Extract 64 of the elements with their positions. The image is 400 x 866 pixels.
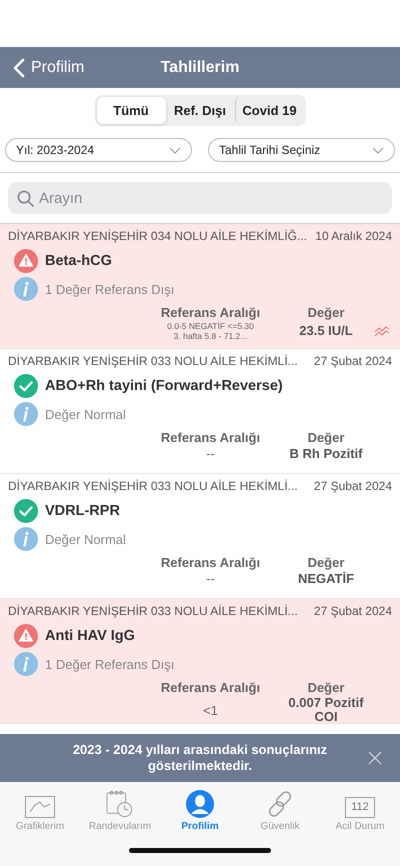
back-button[interactable]: Profilim [0, 58, 84, 78]
link-icon [266, 790, 294, 818]
result-value: NEGATİF [296, 572, 356, 586]
info-icon [14, 402, 38, 426]
banner-message: 2023 - 2024 yılları arasındaki sonuçlarınız gösterilmektedir. [72, 742, 328, 774]
reference-range: 0.0-5 NEGATİF <=5.30 3. hafta 5.8 - 71.2... [166, 321, 255, 341]
status-note: 1 Değer Referans Dışı [45, 282, 174, 296]
screen-title: Tahlillerim [160, 58, 240, 76]
test-name: Anti HAV IgG [45, 628, 135, 644]
segment-tab[interactable]: Ref. Dışı [166, 97, 234, 124]
search-icon [17, 190, 34, 207]
info-icon [14, 652, 38, 676]
result-card[interactable]: DİYARBAKIR YENİŞEHİR 033 NOLU AİLE HEKİMLİ... 27 Şubat 2024 Anti HAV IgG 1 Değer Referans Dışı Referans Aralığı Değer <1 0.007 Pozitif COI [0, 599, 400, 724]
check-icon [14, 374, 38, 398]
lab-name: DİYARBAKIR YENİŞEHİR 033 NOLU AİLE HEKİMLİ... [8, 479, 298, 495]
test-name: VDRL-RPR [45, 503, 120, 519]
status-note: 1 Değer Referans Dışı [45, 656, 174, 672]
column-header: Değer [306, 305, 346, 320]
trend-icon[interactable] [374, 325, 390, 337]
result-value: B Rh Pozitif [288, 446, 364, 460]
column-header: Değer [306, 430, 346, 445]
status-note: Değer Normal [45, 532, 126, 546]
info-icon [14, 277, 38, 301]
person-icon [186, 790, 214, 818]
tab-bar-item[interactable]: 112 Acil Durum [321, 797, 399, 832]
result-card[interactable]: DİYARBAKIR YENİŞEHİR 034 NOLU AİLE HEKİMLİĞ... 10 Aralık 2024 Beta-hCG 1 Değer Referans Dışı Referans Aralığı Değer 0.0-5 NEGATİF <=5.30 3. hafta 5.8 - 71.2... 23.5 IU/L [0, 224, 400, 349]
segment-tab[interactable]: Covid 19 [234, 97, 304, 124]
segment-tab[interactable]: Tümü [96, 97, 166, 124]
column-header: Referans Aralığı [160, 430, 262, 445]
info-icon [14, 527, 38, 551]
reference-range: -- [205, 571, 216, 586]
calendar-clock-icon [106, 790, 134, 818]
column-header: Referans Aralığı [160, 305, 262, 320]
lab-name: DİYARBAKIR YENİŞEHİR 033 NOLU AİLE HEKİMLİ... [8, 604, 298, 620]
result-date: 10 Aralık 2024 [315, 229, 392, 245]
search-field[interactable]: Arayın [8, 182, 392, 214]
result-date: 27 Şubat 2024 [314, 604, 392, 620]
lab-name: DİYARBAKIR YENİŞEHİR 034 NOLU AİLE HEKİMLİĞ... [8, 229, 307, 245]
status-note: Değer Normal [45, 406, 126, 422]
result-value: 23.5 IU/L [298, 324, 354, 338]
chevron-down-icon [169, 146, 181, 154]
test-name: Beta-hCG [45, 253, 112, 269]
line-chart-icon [25, 796, 55, 818]
column-header: Referans Aralığı [160, 555, 262, 570]
reference-range: <1 [202, 702, 219, 718]
tab-bar-item[interactable]: Profilim [161, 790, 239, 832]
warning-icon [14, 249, 38, 273]
result-value: 0.007 Pozitif COI [287, 696, 365, 724]
result-date: 27 Şubat 2024 [314, 354, 392, 370]
result-date: 27 Şubat 2024 [314, 479, 392, 495]
dropdown[interactable]: Tahlil Tarihi Seçiniz [208, 138, 395, 162]
close-icon[interactable] [368, 751, 382, 765]
emergency-number-icon: 112 [345, 797, 375, 818]
column-header: Referans Aralığı [160, 680, 262, 695]
test-name: ABO+Rh tayini (Forward+Reverse) [45, 378, 283, 394]
back-chevron-icon [13, 58, 25, 78]
dropdown[interactable]: Yıl: 2023-2024 [5, 138, 192, 162]
reference-range: -- [205, 446, 216, 461]
column-header: Değer [306, 555, 346, 570]
lab-name: DİYARBAKIR YENİŞEHİR 033 NOLU AİLE HEKİMLİ... [8, 354, 298, 370]
chevron-down-icon [372, 146, 384, 154]
column-header: Değer [306, 680, 346, 695]
check-icon [14, 499, 38, 523]
warning-icon [14, 624, 38, 648]
